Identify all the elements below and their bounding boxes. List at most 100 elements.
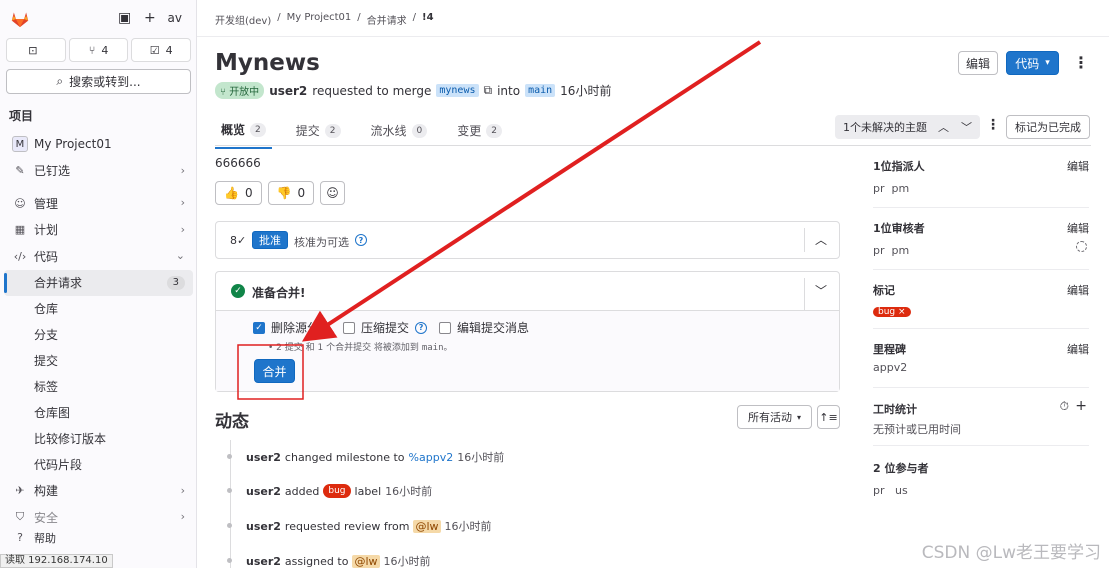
merge-button[interactable]: 合并: [254, 359, 295, 383]
labels-edit-link[interactable]: 编辑: [1067, 282, 1089, 298]
milestone-section: 里程碑 编辑 appv2: [873, 341, 1089, 374]
assignees-edit-link[interactable]: 编辑: [1067, 158, 1089, 174]
avatar[interactable]: pr: [873, 182, 885, 195]
breadcrumb-current[interactable]: !4: [422, 12, 434, 27]
rocket-icon: ✈: [15, 484, 25, 498]
shield-icon: ⛉: [15, 510, 25, 524]
project-avatar: M: [12, 136, 28, 153]
label-badge[interactable]: bug ×: [873, 307, 911, 317]
plus-icon[interactable]: +: [144, 10, 156, 26]
activity-filter-dropdown[interactable]: 所有活动 ▾: [737, 405, 812, 429]
edit-button[interactable]: 编辑: [958, 51, 998, 75]
help-icon[interactable]: ?: [415, 321, 428, 334]
todos-count-button[interactable]: ☑ 4: [131, 38, 192, 62]
merge-options: ✓ 删除源分支 压缩提交? 编辑提交消息 • 2 提交 和 1 个合并提交 将被添…: [216, 310, 839, 391]
issues-count-button[interactable]: ⊡: [6, 38, 66, 62]
thumbs-down-button[interactable]: 👎 0: [267, 181, 315, 205]
sidebar-top: ▣ + av: [8, 8, 188, 30]
reviewers-edit-link[interactable]: 编辑: [1067, 220, 1089, 236]
users-icon: ☺: [14, 196, 26, 210]
status-badge: ⑂ 开放中: [215, 82, 265, 99]
success-check-icon: ✓: [231, 284, 245, 298]
sidebar-item-help[interactable]: ? 帮助: [0, 531, 197, 545]
add-reaction-button[interactable]: ☺: [320, 181, 345, 205]
sidebar-counts: ⊡ ⑂ 4 ☑ 4: [6, 38, 192, 62]
help-icon: ?: [17, 531, 23, 544]
stopwatch-icon[interactable]: ⏱: [1060, 399, 1069, 414]
sort-icon: ↑≡: [819, 410, 838, 424]
merge-request-icon: ⑂: [88, 43, 96, 57]
sidebar-item-manage[interactable]: ☺ 管理 ›: [0, 190, 197, 217]
todo-icon: ☑: [149, 43, 160, 57]
milestone-edit-link[interactable]: 编辑: [1067, 341, 1089, 357]
help-icon[interactable]: ?: [355, 234, 367, 246]
sidebar-subitem-snippets[interactable]: 代码片段: [0, 452, 197, 478]
smiley-icon: ☺: [326, 186, 339, 200]
approval-widget: 8✓ 批准 核准为可选 ? ︿: [215, 221, 840, 259]
delete-source-branch-checkbox[interactable]: ✓ 删除源分支: [253, 319, 331, 336]
chevron-down-icon: ▾: [1045, 58, 1050, 68]
sidebar-toggle-icon[interactable]: ▣: [118, 10, 131, 26]
avatar[interactable]: pr: [873, 484, 885, 497]
sidebar-item-build[interactable]: ✈ 构建 ›: [0, 478, 197, 505]
approve-button[interactable]: 批准: [252, 231, 288, 249]
sidebar-subitem-tags[interactable]: 标签: [0, 374, 197, 400]
sidebar-item-plan[interactable]: ▦ 计划 ›: [0, 217, 197, 244]
label-badge[interactable]: bug: [323, 484, 351, 498]
mr-description: 666666: [215, 156, 261, 170]
target-branch[interactable]: main: [525, 84, 556, 97]
mr-meta: ⑂ 开放中 user2 requested to merge mynews ⧉ …: [215, 82, 611, 99]
sidebar-item-code[interactable]: ‹/› 代码 ⌄: [0, 243, 197, 270]
sidebar-item-pinned[interactable]: ✎ 已钉选 ›: [0, 158, 197, 185]
kebab-menu-icon[interactable]: ⋮: [1073, 53, 1089, 72]
sidebar-subitem-commits[interactable]: 提交: [0, 348, 197, 374]
close-icon[interactable]: ×: [898, 307, 906, 317]
sort-order-button[interactable]: ↑≡: [817, 405, 840, 429]
thumbs-up-button[interactable]: 👍 0: [215, 181, 262, 205]
chevron-up-icon[interactable]: ︿: [815, 231, 827, 248]
merge-status-title: 准备合并!: [252, 286, 306, 300]
participants-section: 2 位参与者 pr us: [873, 462, 929, 497]
sidebar-item-project[interactable]: M My Project01: [0, 131, 197, 158]
chevron-up-icon[interactable]: ︿: [938, 119, 949, 135]
avatar[interactable]: pr: [873, 244, 885, 257]
divider: [215, 145, 1091, 146]
chevron-right-icon: ›: [180, 222, 185, 236]
mark-done-button[interactable]: 标记为已完成: [1006, 115, 1090, 139]
issues-icon: ⊡: [28, 43, 38, 57]
copy-icon[interactable]: ⧉: [484, 83, 493, 98]
search-icon: ⌕: [56, 74, 64, 88]
merge-requests-count-button[interactable]: ⑂ 4: [68, 38, 129, 62]
activity-item: user2 assigned to @lw 16小时前: [227, 553, 431, 568]
chevron-right-icon: ›: [180, 483, 185, 497]
breadcrumb-project[interactable]: My Project01: [287, 12, 352, 27]
chevron-down-icon: ⌄: [175, 249, 185, 262]
sidebar-subitem-branches[interactable]: 分支: [0, 322, 197, 348]
breadcrumb-merge-requests[interactable]: 合并请求: [367, 12, 407, 27]
unresolved-threads-label[interactable]: 1个未解决的主题: [843, 119, 927, 135]
chevron-down-icon[interactable]: ﹀: [961, 119, 972, 135]
sidebar-subitem-repo-graph[interactable]: 仓库图: [0, 400, 197, 426]
breadcrumb-group[interactable]: 开发组(dev): [215, 12, 271, 27]
sidebar-subitem-repository[interactable]: 仓库: [0, 296, 197, 322]
kebab-menu-icon[interactable]: ⋮: [986, 117, 1000, 133]
labels-section: 标记 编辑 bug ×: [873, 282, 1089, 317]
gitlab-logo-icon[interactable]: [10, 10, 30, 28]
avatar[interactable]: us: [895, 484, 908, 497]
sidebar-subitem-merge-requests[interactable]: 合并请求 3: [4, 269, 193, 296]
chevron-right-icon: ›: [180, 196, 185, 209]
plus-icon[interactable]: +: [1075, 398, 1087, 414]
sidebar-item-secure[interactable]: ⛉ 安全 ›: [0, 504, 197, 531]
squash-commits-checkbox[interactable]: 压缩提交?: [343, 319, 428, 336]
timeline-line: [230, 440, 231, 568]
chevron-down-icon[interactable]: ﹀: [815, 282, 827, 299]
author-link[interactable]: user2: [269, 84, 307, 98]
code-dropdown-button[interactable]: 代码 ▾: [1006, 51, 1059, 75]
source-branch[interactable]: mynews: [436, 84, 479, 97]
user-avatar[interactable]: av: [168, 11, 182, 25]
sidebar-nav: M My Project01 ✎ 已钉选 › ☺ 管理 › ▦ 计划 › ‹/›…: [0, 131, 197, 545]
search-button[interactable]: ⌕ 搜索或转到...: [6, 69, 191, 94]
edit-commit-message-checkbox[interactable]: 编辑提交消息: [439, 319, 529, 336]
sidebar-subitem-compare[interactable]: 比较修订版本: [0, 426, 197, 452]
chevron-down-icon: ▾: [796, 412, 801, 422]
